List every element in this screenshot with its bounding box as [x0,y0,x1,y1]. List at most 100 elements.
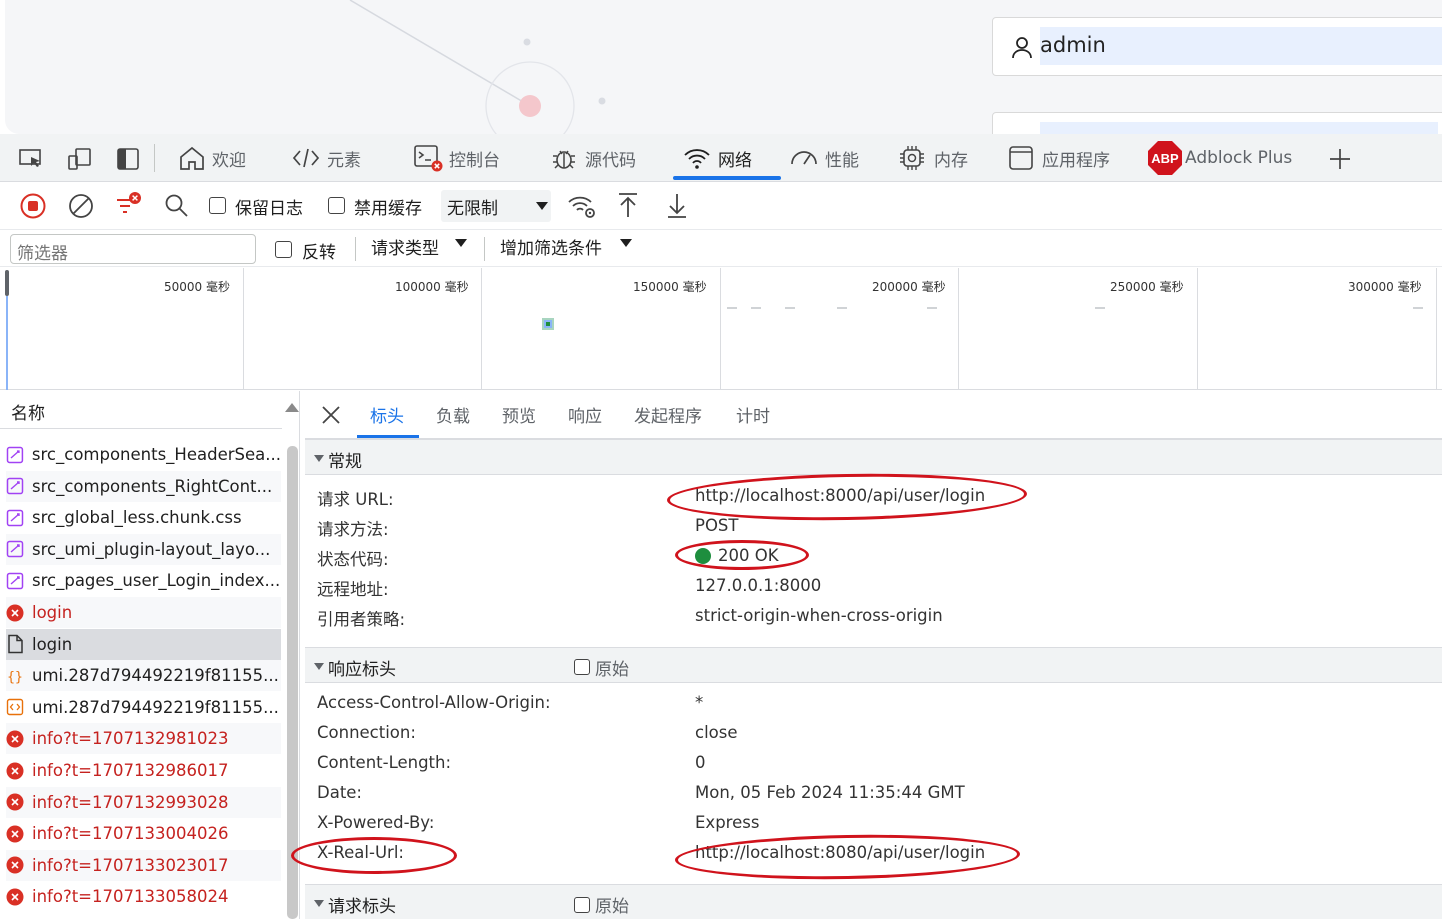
header-value: Express [695,813,760,832]
tab-label: 应用程序 [1042,150,1110,171]
devtools-tab-bar: 欢迎 元素 控制台 源代码 网络 性能 内存 应用程序 ABP Adblock … [0,134,1442,182]
tab-performance[interactable]: 性能 [789,134,859,182]
header-key: X-Powered-By: [317,813,435,832]
scroll-up-arrow-icon[interactable] [284,401,300,413]
request-row[interactable]: info?t=1707132986017 [6,755,281,786]
timeline-request-mark [751,307,761,309]
filter-input[interactable]: 筛选器 [10,234,256,264]
request-row[interactable]: info?t=1707133023017 [6,849,281,881]
caret-down-icon [620,239,632,247]
tab-network[interactable]: 网络 [682,134,752,182]
remote-address-value: 127.0.0.1:8000 [695,576,822,595]
tab-console[interactable]: 控制台 [413,134,500,182]
error-icon [6,604,24,621]
tab-welcome[interactable]: 欢迎 [178,134,246,182]
general-section-header[interactable]: 常规 [305,439,1442,475]
raw-checkbox[interactable] [574,897,590,913]
memory-chip-icon [900,146,924,170]
section-title: 请求标头 [328,897,396,917]
section-title: 常规 [328,452,362,472]
header-value: Mon, 05 Feb 2024 11:35:44 GMT [695,783,965,802]
close-icon[interactable] [320,404,342,426]
tab-adblock-plus[interactable]: ABP Adblock Plus [1147,134,1292,182]
disable-cache-checkbox[interactable] [328,197,345,214]
timeline-handle-left[interactable] [5,270,9,296]
header-key: 引用者策略: [317,610,406,629]
request-name: src_pages_user_Login_index... [32,571,281,591]
request-row[interactable]: info?t=1707132981023 [6,723,281,755]
search-icon[interactable] [164,193,190,219]
more-filters-dropdown[interactable]: 增加筛选条件 [500,234,602,259]
filter-active-icon[interactable] [114,190,144,220]
request-row[interactable]: src_pages_user_Login_index... [6,565,281,596]
invert-checkbox[interactable] [275,241,292,258]
gauge-icon [791,151,817,165]
filter-bar: 筛选器 反转 请求类型 增加筛选条件 [0,230,1442,267]
request-row[interactable]: src_global_less.chunk.css [6,502,281,533]
request-name: umi.287d794492219f81155... [32,666,279,686]
request-row[interactable]: info?t=1707133058024 [6,881,281,912]
timeline-request-mark [927,307,937,309]
timeline-request-mark [727,307,737,309]
tab-label: 性能 [825,150,859,171]
record-stop-icon[interactable] [19,192,47,220]
script-file-icon: {} [7,670,23,685]
throttle-select[interactable]: 无限制 [441,190,551,222]
timeline-request-mark [542,318,554,330]
network-conditions-icon[interactable] [566,192,598,220]
section-title: 响应标头 [328,660,396,680]
filter-divider [484,237,485,261]
annotation-ellipse [675,540,809,570]
tab-headers[interactable]: 标头 [370,402,404,427]
header-key: 请求方法: [317,520,389,539]
preserve-log-label: 保留日志 [235,199,303,219]
request-method-value: POST [695,516,739,535]
timeline-gridline [243,268,244,390]
throttle-value: 无限制 [447,199,498,219]
device-toolbar-icon[interactable] [67,147,93,171]
list-header[interactable]: 名称 [0,391,282,429]
request-row[interactable]: login [6,628,281,660]
import-har-upload-icon[interactable] [616,191,640,219]
request-row[interactable]: src_components_RightCont... [6,470,281,502]
request-row[interactable]: info?t=1707132993028 [6,786,281,818]
request-row[interactable]: login [6,597,281,628]
request-row[interactable]: src_components_HeaderSea... [6,439,281,470]
stylesheet-file-icon [6,541,24,558]
preserve-log-checkbox[interactable] [209,197,226,214]
tab-initiator[interactable]: 发起程序 [634,402,702,427]
request-headers-section-header[interactable]: 请求标头 原始 [305,884,1442,919]
tab-memory[interactable]: 内存 [898,134,968,182]
request-row[interactable]: info?t=1707133004026 [6,818,281,849]
request-row[interactable]: {} umi.287d794492219f81155... [6,660,281,692]
clear-icon[interactable] [67,192,95,220]
tab-sources[interactable]: 源代码 [549,134,636,182]
username-value[interactable]: admin [1040,33,1106,57]
request-name: info?t=1707132986017 [32,761,229,780]
error-icon [6,730,24,748]
collapse-triangle-icon [314,663,324,670]
tab-payload[interactable]: 负载 [436,402,470,427]
tab-preview[interactable]: 预览 [502,402,536,427]
tab-application[interactable]: 应用程序 [1008,134,1110,182]
dock-sidebar-icon[interactable] [116,147,140,171]
error-icon [6,856,24,874]
request-type-dropdown[interactable]: 请求类型 [371,234,439,259]
request-row[interactable]: src_umi_plugin-layout_layo... [6,533,281,565]
export-har-download-icon[interactable] [665,191,689,219]
more-tabs-plus-icon[interactable] [1328,147,1352,171]
referrer-policy-value: strict-origin-when-cross-origin [695,606,943,625]
tab-elements[interactable]: 元素 [291,134,361,182]
svg-text:ABP: ABP [1151,151,1179,166]
raw-checkbox[interactable] [574,659,590,675]
request-name: src_components_HeaderSea... [31,445,281,464]
request-row[interactable]: umi.287d794492219f81155... [6,692,281,723]
tab-label: 元素 [327,150,361,171]
invert-label: 反转 [302,243,336,263]
request-name: src_global_less.chunk.css [32,508,242,528]
response-headers-section-header[interactable]: 响应标头 原始 [305,647,1442,683]
raw-label: 原始 [595,660,629,680]
tab-response[interactable]: 响应 [568,402,602,427]
inspect-element-icon[interactable] [18,147,44,171]
tab-timing[interactable]: 计时 [736,402,770,427]
